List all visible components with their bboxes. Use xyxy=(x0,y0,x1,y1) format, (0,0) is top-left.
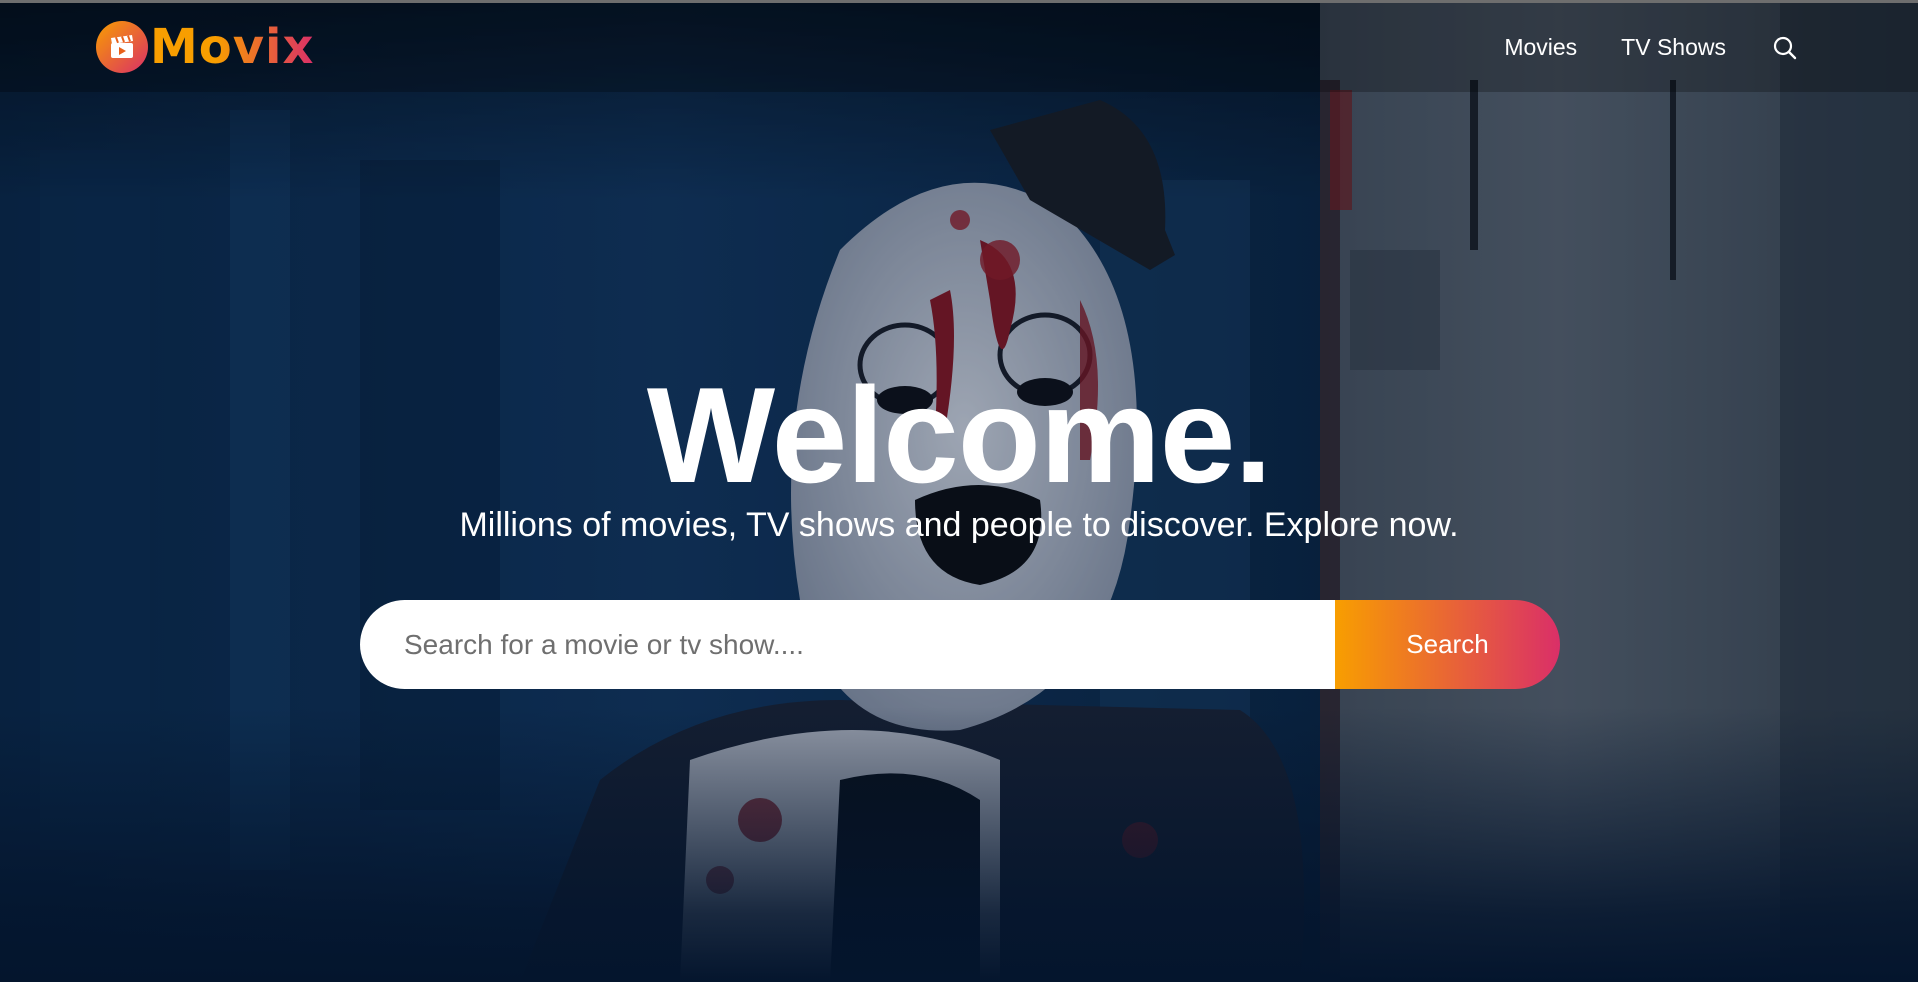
hero-subtitle: Millions of movies, TV shows and people … xyxy=(459,506,1459,544)
hero-content: Welcome. Millions of movies, TV shows an… xyxy=(0,360,1918,546)
logo-text: Movix xyxy=(150,19,315,75)
hero-search-bar: Search xyxy=(360,600,1560,689)
main-nav: Movies TV Shows xyxy=(1482,3,1798,92)
hero-banner: Welcome. Millions of movies, TV shows an… xyxy=(0,0,1918,982)
search-icon[interactable] xyxy=(1748,35,1798,61)
window-top-border xyxy=(0,0,1918,3)
logo[interactable]: Movix xyxy=(96,21,314,73)
search-button[interactable]: Search xyxy=(1335,600,1560,689)
search-input[interactable] xyxy=(360,600,1335,689)
nav-item-tv-shows[interactable]: TV Shows xyxy=(1599,3,1748,92)
clapperboard-icon xyxy=(96,21,148,73)
nav-item-movies[interactable]: Movies xyxy=(1482,3,1599,92)
site-header: Movix Movies TV Shows xyxy=(0,3,1918,92)
hero-title: Welcome. xyxy=(646,359,1272,511)
